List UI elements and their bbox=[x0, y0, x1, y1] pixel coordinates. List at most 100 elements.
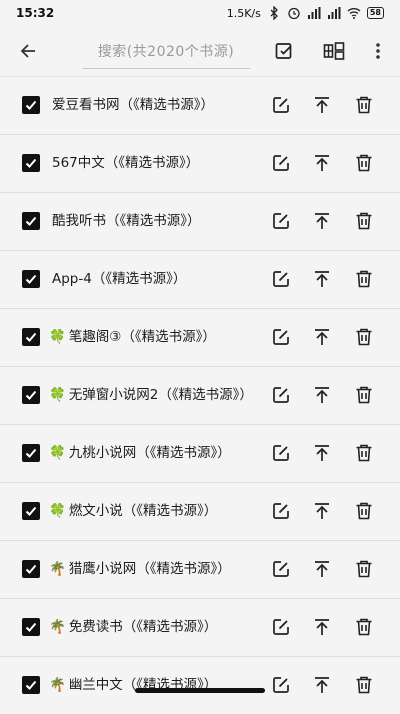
move-to-top-button[interactable] bbox=[307, 90, 337, 120]
edit-button[interactable] bbox=[266, 554, 296, 584]
list-item[interactable]: 🍀 九桃小说网（《精选书源》） bbox=[0, 424, 400, 482]
move-to-top-button[interactable] bbox=[307, 264, 337, 294]
group-icon bbox=[323, 42, 345, 60]
search-placeholder: 搜索(共2020个书源) bbox=[97, 44, 235, 60]
signal-icon bbox=[307, 7, 321, 19]
checkbox-checked[interactable] bbox=[22, 212, 40, 230]
move-to-top-button[interactable] bbox=[307, 612, 337, 642]
edit-button[interactable] bbox=[266, 438, 296, 468]
delete-button[interactable] bbox=[349, 206, 379, 236]
source-name: 🍀 无弹窗小说网2（《精选书源》） bbox=[49, 384, 253, 406]
list-item[interactable]: App-4（《精选书源》） bbox=[0, 250, 400, 308]
edit-check-icon bbox=[275, 43, 292, 59]
checkbox-checked[interactable] bbox=[22, 328, 40, 346]
edit-icon bbox=[273, 155, 289, 171]
more-button[interactable] bbox=[360, 33, 396, 69]
arrow-to-top-icon bbox=[315, 445, 329, 461]
list-item[interactable]: 🌴 幽兰中文（《精选书源》） bbox=[0, 656, 400, 714]
delete-button[interactable] bbox=[349, 612, 379, 642]
checkbox-checked[interactable] bbox=[22, 676, 40, 694]
batch-edit-button[interactable] bbox=[266, 33, 302, 69]
move-to-top-button[interactable] bbox=[307, 496, 337, 526]
status-icons: 1.5K/s 58 bbox=[227, 6, 384, 20]
checkbox-checked[interactable] bbox=[22, 444, 40, 462]
bluetooth-icon bbox=[270, 6, 278, 20]
delete-button[interactable] bbox=[349, 264, 379, 294]
delete-button[interactable] bbox=[349, 380, 379, 410]
move-to-top-button[interactable] bbox=[307, 380, 337, 410]
alarm-icon bbox=[288, 7, 300, 20]
source-name: 🍀 燃文小说（《精选书源》） bbox=[49, 500, 217, 522]
checkbox-checked[interactable] bbox=[22, 154, 40, 172]
network-speed: 1.5K/s bbox=[226, 6, 261, 20]
edit-button[interactable] bbox=[266, 322, 296, 352]
source-label: 567中文（《精选书源》） bbox=[52, 155, 200, 171]
arrow-left-icon bbox=[20, 44, 35, 58]
arrow-to-top-icon bbox=[315, 677, 329, 693]
status-time: 15:32 bbox=[16, 6, 55, 20]
edit-icon bbox=[273, 97, 289, 113]
source-label: 笔趣阁③（《精选书源》） bbox=[68, 329, 216, 345]
edit-button[interactable] bbox=[266, 148, 296, 178]
list-item[interactable]: 爱豆看书网（《精选书源》） bbox=[0, 76, 400, 134]
checkbox-checked[interactable] bbox=[22, 502, 40, 520]
edit-button[interactable] bbox=[266, 380, 296, 410]
move-to-top-button[interactable] bbox=[307, 554, 337, 584]
delete-button[interactable] bbox=[349, 554, 379, 584]
source-name: 567中文（《精选书源》） bbox=[49, 152, 199, 174]
list-item[interactable]: 🍀 无弹窗小说网2（《精选书源》） bbox=[0, 366, 400, 424]
edit-icon bbox=[273, 271, 289, 287]
edit-button[interactable] bbox=[266, 496, 296, 526]
trash-icon bbox=[356, 154, 372, 172]
trash-icon bbox=[356, 676, 372, 694]
delete-button[interactable] bbox=[349, 148, 379, 178]
signal-icon-2 bbox=[327, 7, 341, 19]
source-emoji: 🌴 bbox=[49, 561, 66, 577]
back-button[interactable] bbox=[10, 33, 46, 69]
list-item[interactable]: 酷我听书（《精选书源》） bbox=[0, 192, 400, 250]
checkbox-checked[interactable] bbox=[22, 618, 40, 636]
list-item[interactable]: 🌴 免费读书（《精选书源》） bbox=[0, 598, 400, 656]
checkbox-checked[interactable] bbox=[22, 96, 40, 114]
group-button[interactable] bbox=[316, 33, 352, 69]
arrow-to-top-icon bbox=[315, 561, 329, 577]
home-indicator[interactable] bbox=[135, 688, 265, 693]
more-vertical-icon bbox=[376, 43, 380, 59]
check-icon bbox=[25, 216, 37, 226]
arrow-to-top-icon bbox=[315, 503, 329, 519]
search-input[interactable]: 搜索(共2020个书源) bbox=[82, 34, 250, 69]
edit-button[interactable] bbox=[266, 612, 296, 642]
move-to-top-button[interactable] bbox=[307, 670, 337, 700]
move-to-top-button[interactable] bbox=[307, 322, 337, 352]
list-item[interactable]: 🍀 笔趣阁③（《精选书源》） bbox=[0, 308, 400, 366]
list-item[interactable]: 567中文（《精选书源》） bbox=[0, 134, 400, 192]
source-label: 酷我听书（《精选书源》） bbox=[52, 213, 201, 229]
source-emoji: 🍀 bbox=[49, 387, 66, 403]
edit-icon bbox=[273, 561, 289, 577]
source-emoji: 🍀 bbox=[49, 329, 66, 345]
trash-icon bbox=[356, 386, 372, 404]
delete-button[interactable] bbox=[349, 322, 379, 352]
checkbox-checked[interactable] bbox=[22, 386, 40, 404]
delete-button[interactable] bbox=[349, 90, 379, 120]
move-to-top-button[interactable] bbox=[307, 438, 337, 468]
list-item[interactable]: 🍀 燃文小说（《精选书源》） bbox=[0, 482, 400, 540]
checkbox-checked[interactable] bbox=[22, 560, 40, 578]
source-name: 爱豆看书网（《精选书源》） bbox=[49, 94, 214, 116]
edit-button[interactable] bbox=[266, 90, 296, 120]
edit-button[interactable] bbox=[266, 206, 296, 236]
delete-button[interactable] bbox=[349, 496, 379, 526]
delete-button[interactable] bbox=[349, 670, 379, 700]
delete-button[interactable] bbox=[349, 438, 379, 468]
move-to-top-button[interactable] bbox=[307, 206, 337, 236]
source-emoji: 🌴 bbox=[49, 619, 66, 635]
source-label: 猎鹰小说网（《精选书源》） bbox=[68, 561, 231, 577]
edit-button[interactable] bbox=[266, 264, 296, 294]
move-to-top-button[interactable] bbox=[307, 148, 337, 178]
source-name: 🌴 猎鹰小说网（《精选书源》） bbox=[49, 558, 231, 580]
edit-icon bbox=[273, 387, 289, 403]
arrow-to-top-icon bbox=[315, 271, 329, 287]
edit-button[interactable] bbox=[266, 670, 296, 700]
checkbox-checked[interactable] bbox=[22, 270, 40, 288]
list-item[interactable]: 🌴 猎鹰小说网（《精选书源》） bbox=[0, 540, 400, 598]
